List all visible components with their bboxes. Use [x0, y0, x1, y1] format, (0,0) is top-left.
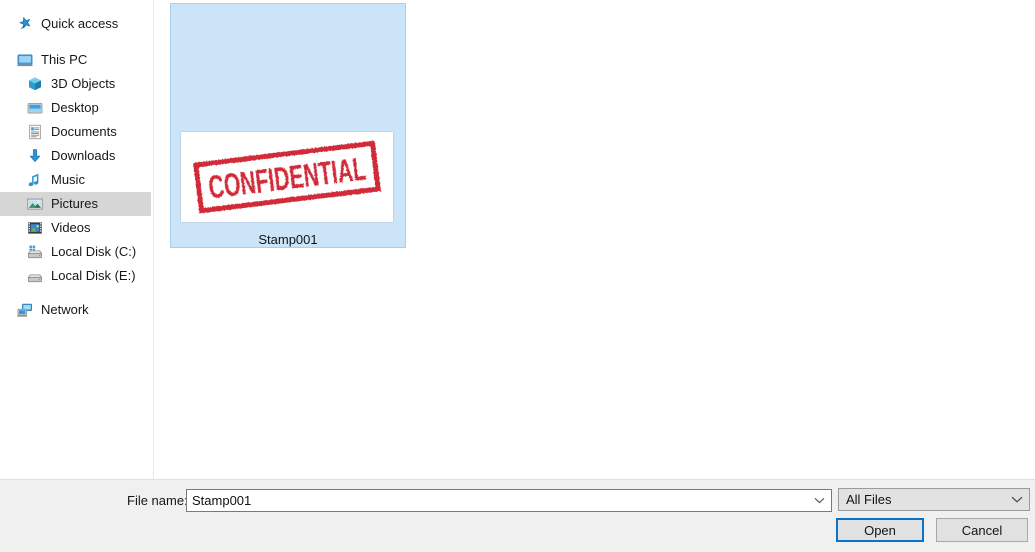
sidebar-item-label: Desktop: [51, 100, 99, 115]
open-button[interactable]: Open: [836, 518, 924, 542]
file-item-label: Stamp001: [258, 232, 318, 247]
cancel-button[interactable]: Cancel: [936, 518, 1028, 542]
documents-page-icon: [26, 123, 44, 141]
file-open-dialog: Quick access This PC 3D Objects Desktop …: [0, 0, 1035, 552]
sidebar-item-this-pc[interactable]: This PC: [0, 48, 153, 72]
sidebar-item-downloads[interactable]: Downloads: [0, 144, 153, 168]
sidebar-item-label: This PC: [41, 52, 88, 67]
local-disk-e-drive-icon: [26, 267, 44, 285]
file-name-dropdown-button[interactable]: [807, 490, 831, 511]
sidebar-item-label: Local Disk (C:): [51, 244, 137, 259]
sidebar-item-documents[interactable]: Documents: [0, 120, 153, 144]
music-note-icon: [26, 171, 44, 189]
sidebar-item-local-disk-e[interactable]: Local Disk (E:): [0, 264, 153, 288]
nav-group-spacer-2: [0, 288, 153, 298]
sidebar-item-quick-access[interactable]: Quick access: [0, 12, 153, 36]
file-type-combobox[interactable]: All Files: [838, 488, 1030, 511]
sidebar-item-label: 3D Objects: [51, 76, 116, 91]
3d-objects-cube-icon: [26, 75, 44, 93]
file-list-pane[interactable]: CONFIDENTIAL Stamp001: [155, 0, 1035, 479]
chevron-down-icon: [1011, 496, 1023, 503]
sidebar-item-videos[interactable]: Videos: [0, 216, 153, 240]
file-name-label: File name:: [127, 493, 188, 508]
quick-access-star-icon: [16, 15, 34, 33]
videos-film-icon: [26, 219, 44, 237]
navigation-pane[interactable]: Quick access This PC 3D Objects Desktop …: [0, 0, 154, 479]
sidebar-item-label: Local Disk (E:): [51, 268, 136, 283]
sidebar-item-label: Network: [41, 302, 89, 317]
pictures-photo-icon: [26, 195, 44, 213]
this-pc-monitor-icon: [16, 51, 34, 69]
sidebar-item-label: Documents: [51, 124, 117, 139]
network-icon: [16, 301, 34, 319]
sidebar-item-local-disk-c[interactable]: Local Disk (C:): [0, 240, 153, 264]
sidebar-item-3d-objects[interactable]: 3D Objects: [0, 72, 153, 96]
file-thumbnail: CONFIDENTIAL: [181, 132, 393, 222]
desktop-monitor-icon: [26, 99, 44, 117]
sidebar-item-label: Videos: [51, 220, 91, 235]
file-name-input[interactable]: Stamp001: [187, 493, 807, 509]
sidebar-item-label: Quick access: [41, 16, 119, 31]
file-type-dropdown-button[interactable]: [1005, 489, 1029, 510]
local-disk-c-drive-icon: [26, 243, 44, 261]
file-name-combobox[interactable]: Stamp001: [186, 489, 832, 512]
file-item-stamp001[interactable]: CONFIDENTIAL Stamp001: [170, 3, 406, 248]
sidebar-item-music[interactable]: Music: [0, 168, 153, 192]
sidebar-item-label: Pictures: [51, 196, 98, 211]
confidential-stamp-image: CONFIDENTIAL: [181, 132, 393, 222]
nav-top-spacer: [0, 0, 153, 12]
sidebar-item-network[interactable]: Network: [0, 298, 153, 322]
file-type-value: All Files: [846, 491, 892, 507]
sidebar-item-label: Music: [51, 172, 85, 187]
sidebar-item-pictures[interactable]: Pictures: [0, 192, 151, 216]
nav-group-spacer-1: [0, 36, 153, 48]
chevron-down-icon: [814, 497, 824, 504]
downloads-arrow-icon: [26, 147, 44, 165]
sidebar-item-label: Downloads: [51, 148, 116, 163]
sidebar-item-desktop[interactable]: Desktop: [0, 96, 153, 120]
